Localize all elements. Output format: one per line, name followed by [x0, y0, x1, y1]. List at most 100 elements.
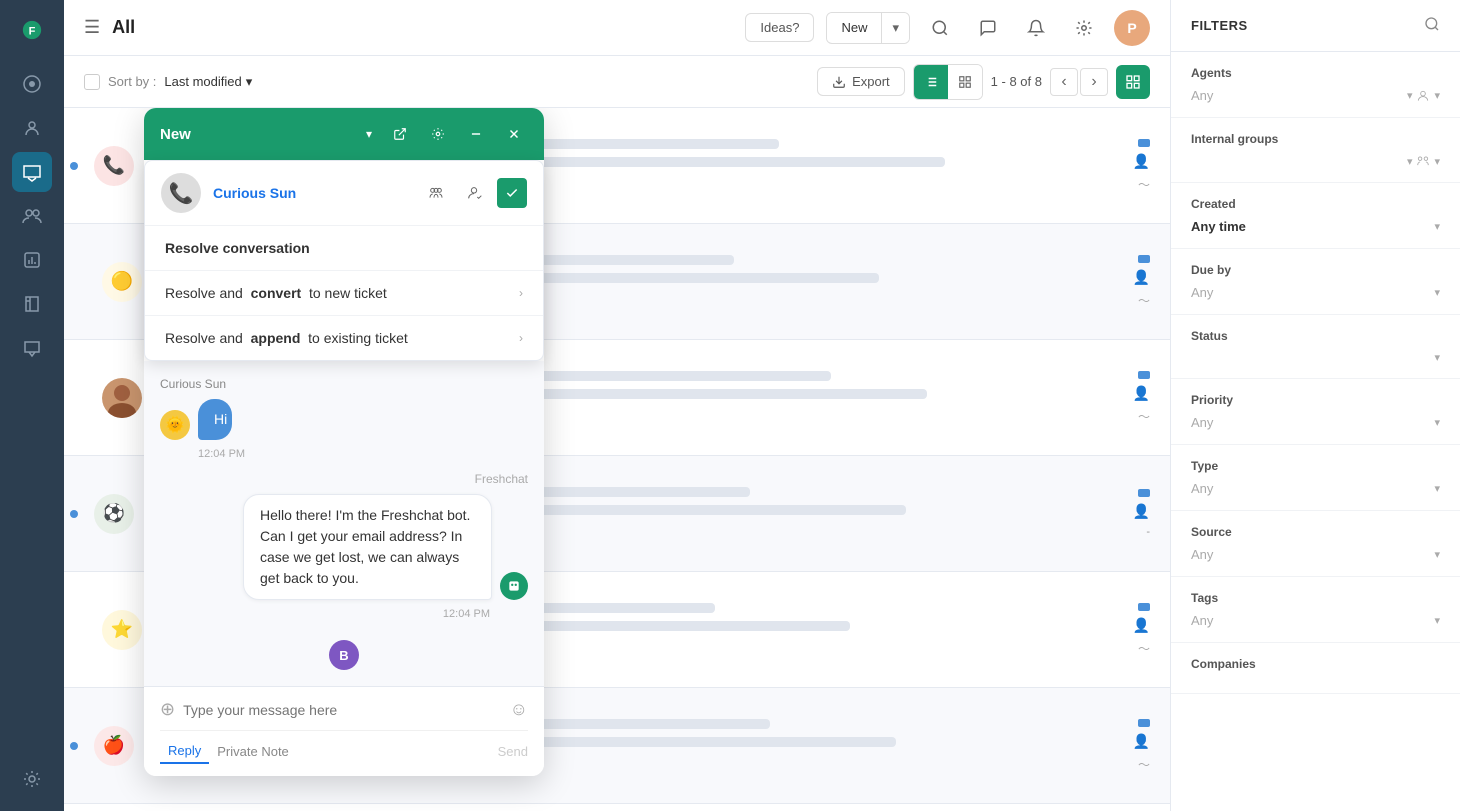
- app-logo[interactable]: F: [14, 12, 50, 48]
- wave-icon: 〜: [1138, 408, 1150, 425]
- tags-value[interactable]: Any ▾: [1191, 613, 1440, 628]
- wave-icon: 〜: [1138, 292, 1150, 309]
- filters-search-icon[interactable]: [1424, 16, 1440, 35]
- new-button[interactable]: New: [827, 13, 881, 42]
- dropdown-menu: 📞 Curious Sun: [144, 160, 544, 361]
- chevron-right-icon: ›: [519, 331, 523, 345]
- conv-meta: 👤 〜: [1133, 719, 1150, 773]
- emoji-icon[interactable]: ☺: [510, 699, 528, 720]
- due-by-value[interactable]: Any ▾: [1191, 285, 1440, 300]
- resolve-append-label: Resolve and append to existing ticket: [165, 330, 408, 346]
- sort-chevron-icon: ▾: [246, 74, 253, 90]
- message-input[interactable]: [183, 702, 502, 718]
- pagination-controls: ‹ ›: [1050, 68, 1108, 96]
- tab-reply[interactable]: Reply: [160, 739, 209, 764]
- wave-icon: 〜: [1138, 640, 1150, 657]
- sender-name: Curious Sun: [160, 377, 528, 391]
- new-button-arrow[interactable]: ▾: [882, 13, 909, 43]
- conv-meta: 👤 〜: [1133, 255, 1150, 309]
- internal-groups-label: Internal groups: [1191, 132, 1440, 146]
- page-icon-button[interactable]: [1116, 65, 1150, 99]
- due-by-label: Due by: [1191, 263, 1440, 277]
- ideas-button[interactable]: Ideas?: [745, 13, 814, 42]
- resolve-append-item[interactable]: Resolve and append to existing ticket ›: [145, 316, 543, 360]
- contact-row: 📞 Curious Sun: [145, 161, 543, 226]
- sidebar-item-settings[interactable]: [12, 759, 52, 799]
- list-view-button[interactable]: [914, 65, 948, 99]
- notification-button[interactable]: [1018, 10, 1054, 46]
- sidebar-item-reports[interactable]: [12, 240, 52, 280]
- tab-private-note[interactable]: Private Note: [209, 740, 297, 763]
- table-row[interactable]: 🍞 👤 〜: [64, 804, 1170, 811]
- search-button[interactable]: [922, 10, 958, 46]
- sidebar-item-people[interactable]: [12, 196, 52, 236]
- user-avatar[interactable]: P: [1114, 10, 1150, 46]
- chat-header: New ▾: [144, 108, 544, 160]
- header-dropdown-arrow[interactable]: ▾: [366, 127, 372, 141]
- conv-meta: 👤 〜: [1133, 139, 1150, 193]
- close-button[interactable]: [500, 120, 528, 148]
- priority-value[interactable]: Any ▾: [1191, 415, 1440, 430]
- external-link-button[interactable]: [386, 120, 414, 148]
- avatar: 📞: [94, 146, 134, 186]
- bubble-wrap: Hi: [198, 399, 243, 440]
- contact-actions: [421, 178, 527, 208]
- internal-groups-value[interactable]: ▾ ▾: [1191, 154, 1440, 168]
- select-all-checkbox[interactable]: [84, 74, 100, 90]
- apps-button[interactable]: [1066, 10, 1102, 46]
- wave-icon: 〜: [1138, 176, 1150, 193]
- source-value[interactable]: Any ▾: [1191, 547, 1440, 562]
- sidebar-item-dashboard[interactable]: [12, 64, 52, 104]
- contact-name: Curious Sun: [213, 185, 296, 201]
- agents-label: Agents: [1191, 66, 1440, 80]
- add-attachment-icon[interactable]: ⊕: [160, 699, 175, 720]
- sidebar-item-conversations[interactable]: [12, 152, 52, 192]
- prev-page-button[interactable]: ‹: [1050, 68, 1078, 96]
- tags-label: Tags: [1191, 591, 1440, 605]
- sort-value[interactable]: Last modified ▾: [164, 74, 252, 90]
- minimize-button[interactable]: [462, 120, 490, 148]
- status-chevron-icon: ▾: [1434, 351, 1440, 364]
- avatar: 🍎: [94, 726, 134, 766]
- bot-message-row: Hello there! I'm the Freshchat bot. Can …: [160, 494, 528, 600]
- status-filter: Status ▾: [1171, 315, 1460, 379]
- export-button[interactable]: Export: [817, 67, 905, 96]
- sidebar-item-book[interactable]: [12, 284, 52, 324]
- person-icon: 👤: [1133, 733, 1150, 750]
- resolve-label: Resolve conversation: [165, 240, 310, 256]
- group-action-button[interactable]: [421, 178, 451, 208]
- message-row: 🌞 Hi: [160, 399, 528, 440]
- send-button[interactable]: Send: [498, 744, 528, 759]
- chat-window: New ▾: [144, 108, 544, 776]
- groups-icons: ▾ ▾: [1407, 154, 1440, 168]
- assign-action-button[interactable]: [459, 178, 489, 208]
- chat-input-row: ⊕ ☺: [160, 699, 528, 720]
- svg-text:F: F: [29, 26, 36, 38]
- created-filter: Created Any time ▾: [1171, 183, 1460, 249]
- status-value[interactable]: ▾: [1191, 351, 1440, 364]
- resolve-button[interactable]: [497, 178, 527, 208]
- agents-value[interactable]: Any ▾ ▾: [1191, 88, 1440, 103]
- internal-groups-filter: Internal groups ▾ ▾: [1171, 118, 1460, 183]
- source-label: Source: [1191, 525, 1440, 539]
- bot-indicator: B: [160, 640, 528, 670]
- person-icon: 👤: [1133, 385, 1150, 402]
- created-value[interactable]: Any time ▾: [1191, 219, 1440, 234]
- next-page-button[interactable]: ›: [1080, 68, 1108, 96]
- list-area: 📞 👤 〜 🟡: [64, 108, 1170, 811]
- resolve-convert-item[interactable]: Resolve and convert to new ticket ›: [145, 271, 543, 316]
- agents-chevron-icon: ▾: [1407, 89, 1413, 102]
- sidebar-item-chat[interactable]: [12, 328, 52, 368]
- grid-view-button[interactable]: [948, 65, 982, 99]
- sidebar-item-contacts[interactable]: [12, 108, 52, 148]
- menu-icon[interactable]: ☰: [84, 17, 100, 38]
- chat-button[interactable]: [970, 10, 1006, 46]
- resolve-conversation-item[interactable]: Resolve conversation: [145, 226, 543, 271]
- topbar: ☰ All Ideas? New ▾ P: [64, 0, 1170, 56]
- person-icon: 👤: [1133, 617, 1150, 634]
- settings-button[interactable]: [424, 120, 452, 148]
- chevron-right-icon: ›: [519, 286, 523, 300]
- status-badge: [1138, 255, 1150, 263]
- type-value[interactable]: Any ▾: [1191, 481, 1440, 496]
- tags-chevron-icon: ▾: [1434, 614, 1440, 627]
